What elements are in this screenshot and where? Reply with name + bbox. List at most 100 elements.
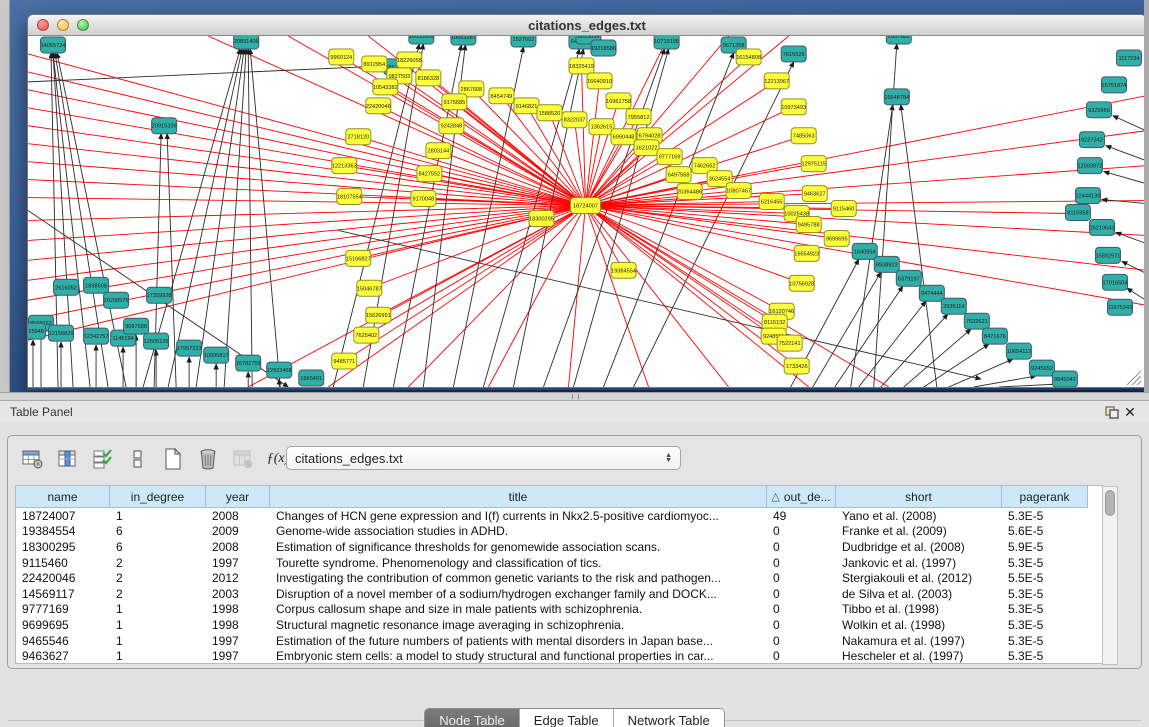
graph-node[interactable]: 20891406 [234,36,259,49]
graph-node[interactable]: 12342757 [84,328,109,344]
graph-node[interactable]: 1117234 [1116,50,1141,66]
graph-node[interactable]: 16210643 [1089,219,1114,235]
graph-node[interactable]: 10807467 [726,183,751,199]
table-row[interactable]: 911546021997Tourette syndrome. Phenomeno… [16,555,1102,571]
graph-node[interactable]: 22420046 [366,98,391,114]
select-all-rows-icon[interactable] [91,447,115,471]
graph-node[interactable]: 19384554 [611,262,636,278]
graph-node[interactable]: 12213967 [764,73,789,89]
network-view-window[interactable]: citations_edges.txt 1405572420 [27,14,1147,390]
graph-node[interactable]: 18300295 [529,211,554,227]
delete-table-icon[interactable] [196,447,220,471]
window-resize-grip[interactable] [1127,371,1141,385]
graph-node[interactable]: 9777169 [657,149,682,165]
graph-node[interactable]: 17359928 [147,287,172,303]
graph-node[interactable]: 19218586 [591,40,616,56]
graph-node[interactable]: 9170048 [411,191,436,207]
graph-node[interactable]: 8427552 [417,166,442,182]
column-header-title[interactable]: title [270,486,767,508]
column-header-pagerank[interactable]: pagerank [1002,486,1088,508]
scrollbar-thumb[interactable] [1105,490,1115,516]
graph-node[interactable]: 20915336 [152,118,177,134]
right-collapsed-panel[interactable] [1144,0,1149,398]
graph-node[interactable]: 7955812 [626,109,651,125]
graph-node[interactable]: 10973493 [781,99,806,115]
graph-node[interactable]: 1965491 [299,370,324,386]
graph-node[interactable]: 1733426 [784,358,809,374]
graph-node[interactable]: 12975115 [801,156,826,172]
horizontal-splitter[interactable] [0,392,1149,400]
graph-node[interactable]: 20206576 [104,292,129,308]
left-collapsed-panel[interactable] [0,0,10,398]
graph-node[interactable]: 1898508 [84,277,109,293]
import-table-icon[interactable] [231,447,255,471]
graph-node[interactable]: 7632621 [964,313,989,329]
graph-node[interactable]: 14055724 [41,37,66,53]
column-header-name[interactable]: name [16,486,110,508]
graph-node[interactable]: 1588520 [537,105,562,121]
column-header-out-de-[interactable]: △out_de... [767,486,836,508]
graph-node[interactable]: 10543382 [373,79,398,95]
graph-node[interactable]: 1527602 [511,36,536,47]
graph-node[interactable]: 18107554 [337,189,362,205]
graph-node[interactable]: 16782759 [236,355,261,371]
graph-node[interactable]: 12213363 [332,158,357,174]
graph-node[interactable]: 9115460 [831,201,856,217]
graph-node[interactable]: 17016504 [1102,274,1127,290]
graph-node[interactable]: 9960124 [329,49,354,65]
graph-node[interactable]: 12156829 [49,325,74,341]
table-row[interactable]: 946362711997Embryonic stem cells: a mode… [16,648,1102,664]
graph-node[interactable]: 20364486 [677,184,702,200]
graph-node[interactable]: 1640954 [852,243,877,259]
graph-node[interactable]: 10719195 [654,36,679,49]
table-row[interactable]: 946554611997Estimation of the future num… [16,633,1102,649]
tab-node-table[interactable]: Node Table [425,709,520,727]
table-row[interactable]: 1938455462009Genome-wide association stu… [16,524,1102,540]
graph-node[interactable]: 8115958 [1065,205,1090,221]
graph-node[interactable]: 8186328 [416,70,441,86]
graph-node[interactable]: 8322037 [562,112,587,128]
graph-node[interactable]: 2687682 [886,36,911,44]
citation-network-graph[interactable]: 1405572420891406160338097857224106532871… [28,36,1146,387]
graph-node[interactable]: 7625402 [354,327,379,343]
graph-node[interactable]: 9329966 [1086,102,1111,118]
tab-edge-table[interactable]: Edge Table [520,709,614,727]
graph-node[interactable]: 15751874 [1101,77,1126,93]
graph-node[interactable]: 15166827 [346,250,371,266]
graph-node[interactable]: 3315948 [28,323,46,339]
graph-node[interactable]: 16961758 [606,93,631,109]
table-selector-dropdown[interactable]: citations_edges.txt ▲▼ [286,446,681,470]
graph-node[interactable]: 17957223 [177,340,202,356]
graph-node[interactable]: 1362615 [589,119,614,135]
graph-node[interactable]: 2803144 [426,143,451,159]
graph-node[interactable]: 12093872 [1077,158,1102,174]
column-header-in-degree[interactable]: in_degree [110,486,206,508]
graph-node[interactable]: 8471676 [982,328,1007,344]
graph-node[interactable]: 9699695 [824,230,849,246]
table-row[interactable]: 1830029562008Estimation of significance … [16,539,1102,555]
graph-node[interactable]: 16648784 [884,89,909,105]
column-header-year[interactable]: year [206,486,270,508]
table-row[interactable]: 2242004622012Investigating the contribut… [16,570,1102,586]
graph-node[interactable]: 9474444 [919,285,944,301]
graph-node[interactable]: 18325419 [569,58,594,74]
graph-node[interactable]: 2935114 [941,298,966,314]
zoom-window-icon[interactable] [77,19,89,31]
float-panel-icon[interactable] [1103,404,1121,420]
table-row[interactable]: 1872400712008Changes of HCN gene express… [16,508,1102,524]
graph-node[interactable]: 15892971 [1095,247,1120,263]
graph-node[interactable]: 9463627 [802,186,827,202]
network-window-titlebar[interactable]: citations_edges.txt [27,14,1147,36]
close-panel-icon[interactable]: ✕ [1121,404,1139,420]
column-header-short[interactable]: short [836,486,1002,508]
graph-node[interactable]: 15626991 [366,307,391,323]
table-settings-icon[interactable] [21,447,45,471]
graph-node[interactable]: 2616052 [54,279,79,295]
graph-node[interactable]: 9495788 [796,216,821,232]
graph-node[interactable]: 16640910 [587,73,612,89]
graph-node[interactable]: 9097588 [124,318,149,334]
graph-node[interactable]: 9227342 [1079,132,1104,148]
table-row[interactable]: 1456911722003Disruption of a novel membe… [16,586,1102,602]
graph-node[interactable]: 15046787 [357,280,382,296]
create-table-icon[interactable] [161,447,185,471]
